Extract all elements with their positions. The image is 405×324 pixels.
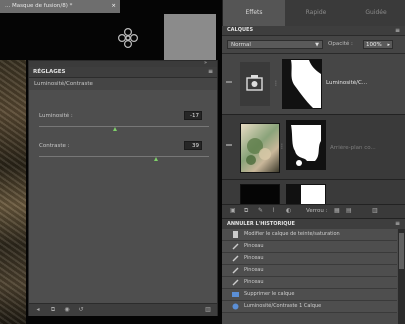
history-item[interactable]: Pinceau xyxy=(222,253,397,265)
mode-tabs: Effets Rapide Guidée xyxy=(222,0,405,26)
contrast-value-field[interactable]: 39 xyxy=(184,141,202,150)
contrast-slider-thumb[interactable] xyxy=(153,157,158,161)
layer-row[interactable] xyxy=(222,180,405,206)
history-item[interactable]: Pinceau xyxy=(222,241,397,253)
chevron-right-icon: ▸ xyxy=(387,42,390,48)
link-icon[interactable]: ⋮ xyxy=(279,143,285,150)
new-layer-icon[interactable]: ▣ xyxy=(230,207,236,214)
collapse-icon[interactable]: » xyxy=(204,60,207,66)
image-preview xyxy=(164,14,216,60)
adjustment-icon xyxy=(246,75,263,91)
history-item[interactable]: Supprimer le calque xyxy=(222,289,397,301)
layers-header: CALQUES ≡ xyxy=(222,26,405,36)
adjustments-title: RÉGLAGES xyxy=(33,69,66,75)
adjustment-subtitle: Luminosité/Contraste xyxy=(34,81,93,87)
clip-icon[interactable]: ⌇ xyxy=(272,207,275,214)
scrollbar-thumb[interactable] xyxy=(399,233,404,269)
adjustment-subtitle-bar: Luminosité/Contraste xyxy=(29,78,217,90)
contrast-slider-track[interactable] xyxy=(39,156,209,157)
document-tab[interactable]: ... Masque de fusion/8) * × xyxy=(0,0,120,13)
adjustments-header: RÉGLAGES ≡ xyxy=(29,67,217,78)
brightness-slider-thumb[interactable] xyxy=(113,127,117,131)
close-icon[interactable]: × xyxy=(111,0,116,13)
history-list: Modifier le calque de teinte/saturation … xyxy=(222,229,405,324)
eye-icon[interactable] xyxy=(225,78,233,86)
layer-row[interactable]: ⋮ Luminosité/C... xyxy=(222,54,405,115)
history-item-label: Modifier le calque de teinte/saturation xyxy=(244,231,340,237)
document-icon xyxy=(233,231,238,238)
history-item-label: Pinceau xyxy=(244,255,264,261)
adjustments-footer: ◂ ⧉ ◉ ↺ ▥ xyxy=(29,303,217,316)
adjustment-layer-icon xyxy=(232,303,239,310)
reset-icon[interactable]: ↺ xyxy=(77,306,85,313)
layers-title: CALQUES xyxy=(227,27,254,33)
link-icon[interactable]: ⋮ xyxy=(273,80,279,87)
trash-icon[interactable]: ▥ xyxy=(372,207,378,214)
lock-pixels-icon[interactable]: ▦ xyxy=(334,207,340,214)
lock-label: Verrou : xyxy=(306,208,328,214)
opacity-value: 100% xyxy=(366,42,382,48)
brightness-label: Luminosité : xyxy=(39,113,73,119)
brightness-slider-track[interactable] xyxy=(39,126,209,127)
clip-layer-icon[interactable]: ⧉ xyxy=(49,306,57,313)
layer-icon xyxy=(232,292,239,297)
image-texture xyxy=(0,60,26,324)
history-item[interactable]: Pinceau xyxy=(222,277,397,289)
lock-all-icon[interactable]: ▤ xyxy=(346,207,352,214)
history-item[interactable]: Luminosité/Contraste 1 Calque xyxy=(222,301,397,313)
history-scrollbar[interactable] xyxy=(398,229,405,324)
group-icon[interactable]: ⧉ xyxy=(244,207,248,215)
blend-mode-select[interactable]: Normal ▼ xyxy=(227,40,323,49)
flower-icon xyxy=(117,27,139,49)
adjustment-layer-icon[interactable]: ◐ xyxy=(286,207,291,214)
chevron-down-icon: ▼ xyxy=(315,42,319,48)
brush-icon xyxy=(232,279,239,286)
brush-icon xyxy=(232,243,239,250)
history-item-label: Supprimer le calque xyxy=(244,291,295,297)
history-item[interactable]: Modifier le calque de teinte/saturation xyxy=(222,229,397,241)
adjustment-layer-thumbnail xyxy=(240,62,270,106)
layer-image-thumbnail xyxy=(240,123,280,173)
adjustments-panel: » RÉGLAGES ≡ Luminosité/Contraste Lumino… xyxy=(28,60,218,316)
tab-guidee[interactable]: Guidée xyxy=(347,0,405,26)
layers-footer: ▣ ⧉ ✎ ⌇ ◐ Verrou : ▦ ▤ ▥ xyxy=(222,204,405,218)
history-item-label: Pinceau xyxy=(244,279,264,285)
brush-icon xyxy=(232,255,239,262)
brush-icon xyxy=(232,267,239,274)
tab-effets[interactable]: Effets xyxy=(223,0,285,26)
layer-mask-thumbnail[interactable] xyxy=(286,120,326,170)
document-tab-title: ... Masque de fusion/8) * xyxy=(5,3,73,9)
back-arrow-icon[interactable]: ◂ xyxy=(34,306,42,313)
layer-row[interactable]: ⋮ Arrière-plan co... xyxy=(222,115,405,180)
brightness-value-field[interactable]: -17 xyxy=(184,111,202,120)
opacity-field[interactable]: 100% ▸ xyxy=(363,40,393,49)
panel-menu-icon[interactable]: ≡ xyxy=(208,67,213,77)
layer-image-thumbnail xyxy=(240,184,280,206)
history-title: ANNULER L'HISTORIQUE xyxy=(227,221,295,227)
layer-mask-thumbnail[interactable] xyxy=(286,184,326,206)
history-item-label: Luminosité/Contraste 1 Calque xyxy=(244,303,322,309)
layers-options: Normal ▼ Opacité : 100% ▸ xyxy=(222,36,405,54)
layer-mask-thumbnail[interactable] xyxy=(282,59,322,109)
layer-name[interactable]: Arrière-plan co... xyxy=(330,145,402,151)
history-item-label: Pinceau xyxy=(244,243,264,249)
visibility-icon[interactable]: ◉ xyxy=(63,306,71,313)
trash-icon[interactable]: ▥ xyxy=(204,306,212,313)
opacity-label: Opacité : xyxy=(328,41,353,47)
eye-icon[interactable] xyxy=(225,141,233,149)
panel-menu-icon[interactable]: ≡ xyxy=(395,219,400,229)
layers-list: ⋮ Luminosité/C... ⋮ Arrière-plan co... xyxy=(222,54,405,206)
tab-rapide[interactable]: Rapide xyxy=(287,0,345,26)
history-item[interactable]: Pinceau xyxy=(222,265,397,277)
blend-mode-value: Normal xyxy=(231,42,251,48)
brush-icon[interactable]: ✎ xyxy=(258,207,263,214)
layer-name[interactable]: Luminosité/C... xyxy=(326,80,402,86)
panel-menu-icon[interactable]: ≡ xyxy=(395,26,400,35)
contrast-label: Contraste : xyxy=(39,143,70,149)
history-item-label: Pinceau xyxy=(244,267,264,273)
